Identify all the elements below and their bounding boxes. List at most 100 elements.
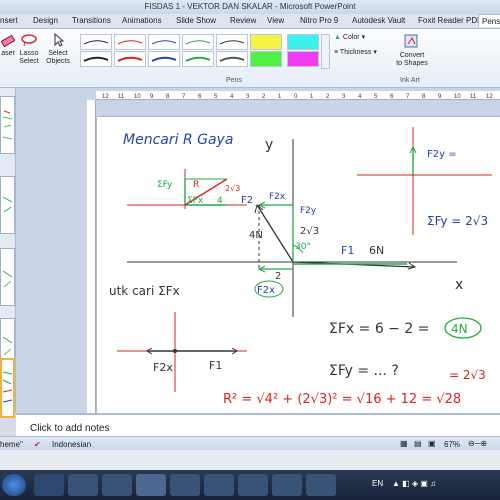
slide-thumbnail[interactable]	[0, 176, 15, 234]
gallery-scroll[interactable]	[321, 34, 330, 69]
ruler-tick-label: 5	[374, 94, 378, 99]
pen-black-thin-2[interactable]	[216, 34, 248, 50]
tab-slide-show[interactable]: Slide Show	[176, 16, 216, 25]
slide-thumbnail[interactable]	[0, 96, 15, 154]
highlighter-cyan[interactable]	[287, 34, 319, 50]
ruler-tick-label: 10	[134, 94, 141, 99]
thickness-dropdown[interactable]: ≡ Thickness ▾	[334, 49, 377, 57]
untuk-cari-label: utk cari ΣFx	[109, 284, 180, 298]
ruler-tick-label: 10	[454, 94, 461, 99]
normal-view-icon[interactable]: ▦	[400, 439, 408, 448]
color-dropdown[interactable]: ▲ Color ▾	[334, 34, 365, 42]
app-icon[interactable]	[306, 474, 336, 496]
tab-view[interactable]: View	[267, 16, 284, 25]
pen-green-thick[interactable]	[182, 51, 214, 67]
highlighter-magenta[interactable]	[287, 51, 319, 67]
tab-autodesk-vault[interactable]: Autodesk Vault	[352, 16, 405, 25]
start-button-icon[interactable]	[2, 474, 26, 496]
ruler-tick-label: 1	[310, 94, 314, 99]
tab-transitions[interactable]: Transitions	[72, 16, 111, 25]
pens-group-label: Pens	[226, 77, 242, 84]
f1-line-label: F1	[209, 359, 222, 372]
explorer-icon[interactable]	[68, 474, 98, 496]
vertical-ruler	[87, 100, 96, 413]
highlighter-yellow[interactable]	[250, 34, 282, 50]
language-indicator[interactable]: EN	[372, 479, 383, 488]
f2x-top-label: F2x	[269, 192, 286, 202]
four-n-label: 4N	[249, 230, 263, 241]
ruler-tick-label: 9	[438, 94, 442, 99]
pen-red-thin[interactable]	[114, 34, 146, 50]
media-icon[interactable]	[102, 474, 132, 496]
thickness-label: Thickness	[339, 49, 372, 56]
ruler-tick-label: 12	[102, 94, 109, 99]
ruler-tick-label: 3	[246, 94, 250, 99]
theme-name: heme"	[0, 440, 23, 449]
sum-fy-equation: ΣFy = ... ?	[329, 363, 399, 379]
tab-design[interactable]: Design	[33, 16, 58, 25]
ruler-tick-label: 9	[150, 94, 154, 99]
pen-blue-thin[interactable]	[148, 34, 180, 50]
sum-fx-equation: ΣFx = 6 − 2 =	[329, 321, 429, 337]
title-bar: FISDAS 1 - VEKTOR DAN SKALAR - Microsoft…	[0, 0, 500, 14]
ruler-tick-label: 12	[486, 94, 493, 99]
sum-fy-answer: = 2√3	[449, 368, 486, 382]
tab-nitro[interactable]: Nitro Pro 9	[300, 16, 338, 25]
select-label: Select	[48, 50, 68, 57]
f1-label: F1	[341, 244, 354, 257]
color-icon: ▲	[334, 34, 341, 41]
pen-green-thin[interactable]	[182, 34, 214, 50]
slide-sorter-icon[interactable]: ▤	[414, 439, 422, 448]
pen-red-thick[interactable]	[114, 51, 146, 67]
slide-thumbnail[interactable]	[0, 248, 15, 306]
pen-gray-thick[interactable]	[216, 51, 248, 67]
heading-text: Mencari R Gaya	[123, 132, 233, 148]
reading-view-icon[interactable]: ▣	[428, 439, 436, 448]
ruler-tick-label: 1	[278, 94, 282, 99]
convert-to-shapes-button[interactable]: Convert to Shapes	[392, 33, 432, 68]
tab-review[interactable]: Review	[230, 16, 256, 25]
r-small-label: R	[193, 180, 199, 190]
pen-black-thick[interactable]	[80, 51, 112, 67]
language-label[interactable]: Indonesian	[52, 440, 91, 449]
two-label: 2	[275, 271, 281, 282]
zoom-level[interactable]: 67%	[444, 440, 460, 449]
tab-foxit[interactable]: Foxit Reader PDF	[418, 16, 482, 25]
pen-black-thin[interactable]	[80, 34, 112, 50]
four-n-circled: 4N	[451, 322, 468, 336]
lasso-label-2: Select	[19, 58, 39, 65]
ruler-tick-label: 11	[118, 94, 125, 99]
pen-blue-thick[interactable]	[148, 51, 180, 67]
two-root3-label: 2√3	[300, 226, 319, 237]
tab-insert[interactable]: nsert	[0, 16, 18, 25]
ribbon: aser Lasso Select Select Objects ▲ Color…	[0, 29, 500, 88]
tab-animations[interactable]: Animations	[122, 16, 162, 25]
powerpoint-icon[interactable]	[136, 474, 166, 496]
ribbon-tabs: nsert Design Transitions Animations Slid…	[0, 14, 500, 29]
select-objects-button[interactable]: Select Objects	[43, 32, 73, 66]
slide-canvas[interactable]: Mencari R Gaya y x F1 6N F2 4N 30° F2x F…	[97, 117, 500, 413]
app-icon[interactable]	[170, 474, 200, 496]
highlighter-green[interactable]	[250, 51, 282, 67]
spelling-icon[interactable]: ✔	[34, 440, 41, 449]
zoom-slider[interactable]: ⊖─⊕	[468, 439, 487, 448]
ruler-tick-label: 2	[326, 94, 330, 99]
eraser-button[interactable]: aser	[0, 33, 16, 58]
horizontal-ruler: 12 11 10 9 8 7 6 5 4 3 2 1 0 1 2 3 4 5 6 7 8 9 10 11 12	[96, 91, 500, 100]
x-axis-label: x	[455, 277, 463, 293]
lasso-label: Lasso	[19, 50, 39, 57]
ruler-tick-label: 6	[390, 94, 394, 99]
lasso-select-button[interactable]: Lasso Select	[16, 33, 42, 66]
f2x-line-label: F2x	[153, 361, 173, 374]
ruler-tick-label: 4	[230, 94, 234, 99]
f2y-right-label: F2y =	[427, 149, 457, 160]
app-icon[interactable]	[238, 474, 268, 496]
window-title: FISDAS 1 - VEKTOR DAN SKALAR - Microsoft…	[144, 2, 356, 11]
ie-icon[interactable]	[34, 474, 64, 496]
tray-icons[interactable]: ▲ ◧ ◈ ▣ ♫	[392, 479, 436, 488]
app-icon[interactable]	[272, 474, 302, 496]
slide-thumbnail-selected[interactable]	[0, 358, 15, 418]
notes-pane[interactable]: Click to add notes	[16, 413, 500, 438]
tab-pens[interactable]: Pens	[478, 14, 500, 27]
app-icon[interactable]	[204, 474, 234, 496]
